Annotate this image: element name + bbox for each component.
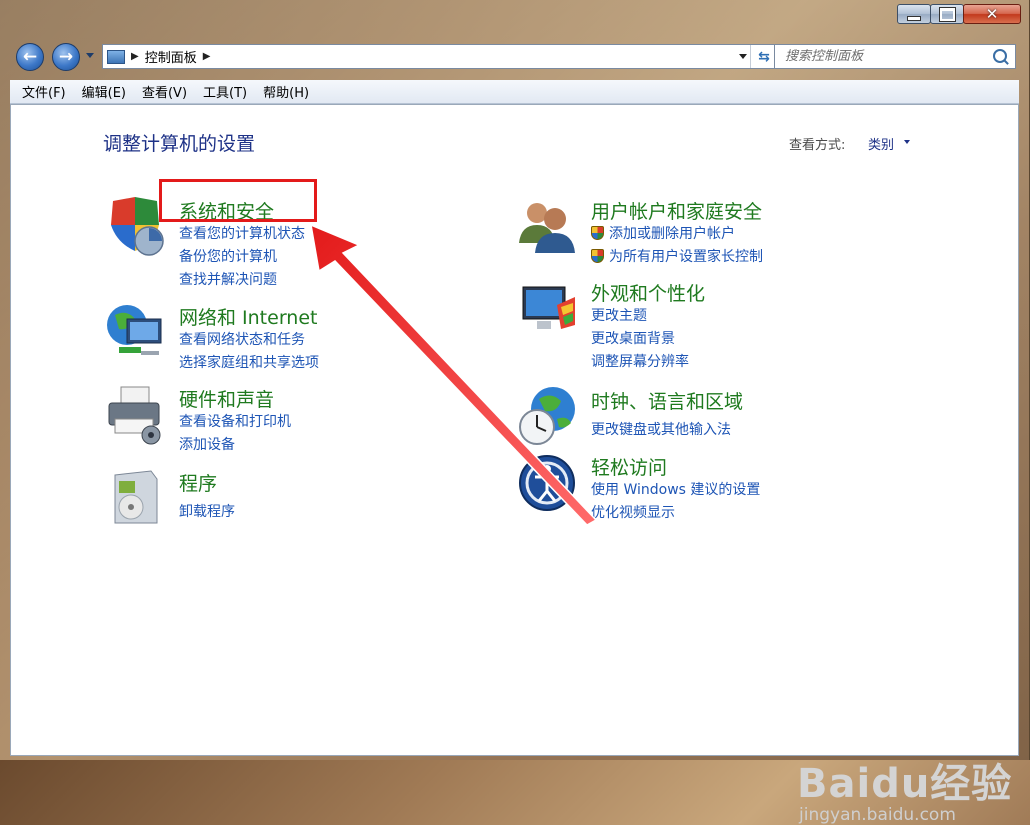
link-view-network-status[interactable]: 查看网络状态和任务 (179, 329, 305, 349)
monitor-icon[interactable] (517, 277, 579, 339)
view-by-label: 查看方式: (789, 138, 846, 153)
shield-icon[interactable] (105, 195, 167, 257)
menu-tools[interactable]: 工具(T) (195, 80, 255, 103)
link-find-fix-problems[interactable]: 查找并解决问题 (179, 269, 277, 289)
breadcrumb-control-panel[interactable]: 控制面板 (145, 47, 197, 66)
maximize-icon (938, 6, 956, 22)
link-homegroup-sharing[interactable]: 选择家庭组和共享选项 (179, 352, 319, 372)
back-arrow-icon: ← (22, 46, 38, 67)
network-icon[interactable] (105, 301, 167, 363)
menu-help[interactable]: 帮助(H) (255, 80, 317, 103)
address-bar[interactable]: ▶ 控制面板 ▶ ⇆ (102, 44, 778, 69)
category-title-ease-of-access[interactable]: 轻松访问 (591, 453, 667, 480)
control-panel-icon (107, 49, 125, 64)
search-icon[interactable] (993, 49, 1007, 63)
link-windows-recommended-settings[interactable]: 使用 Windows 建议的设置 (591, 479, 760, 499)
category-title-clock[interactable]: 时钟、语言和区域 (591, 387, 743, 414)
category-title-user-accounts[interactable]: 用户帐户和家庭安全 (591, 197, 762, 224)
link-add-remove-accounts[interactable]: 添加或删除用户帐户 (591, 223, 735, 243)
ease-of-access-icon[interactable] (517, 451, 579, 513)
link-change-keyboard[interactable]: 更改键盘或其他输入法 (591, 419, 731, 439)
link-change-theme[interactable]: 更改主题 (591, 305, 647, 325)
back-button[interactable]: ← (16, 43, 44, 71)
forward-button[interactable]: → (52, 43, 80, 71)
recent-pages-dropdown[interactable] (86, 53, 94, 58)
caption-buttons: ✕ (897, 4, 1021, 24)
menu-file[interactable]: 文件(F) (14, 80, 74, 103)
menu-view[interactable]: 查看(V) (134, 80, 195, 103)
link-parental-controls[interactable]: 为所有用户设置家长控制 (591, 246, 763, 266)
category-title-appearance[interactable]: 外观和个性化 (591, 279, 705, 306)
clock-globe-icon[interactable] (517, 385, 579, 447)
baidu-watermark: Baidu经验 jingyan.baidu.com (797, 751, 1012, 825)
refresh-icon: ⇆ (758, 48, 770, 65)
menu-bar: 文件(F) 编辑(E) 查看(V) 工具(T) 帮助(H) (10, 80, 1019, 104)
link-change-background[interactable]: 更改桌面背景 (591, 328, 675, 348)
search-box[interactable] (774, 44, 1016, 69)
uac-shield-icon (591, 249, 604, 263)
refresh-button[interactable]: ⇆ (750, 45, 777, 68)
printer-icon[interactable] (105, 383, 167, 445)
link-backup-computer[interactable]: 备份您的计算机 (179, 246, 277, 266)
breadcrumb-separator-icon[interactable]: ▶ (131, 51, 139, 62)
breadcrumb-separator-icon[interactable]: ▶ (203, 51, 211, 62)
link-optimize-display[interactable]: 优化视频显示 (591, 502, 675, 522)
users-icon[interactable] (517, 195, 579, 257)
address-history-dropdown[interactable] (739, 54, 747, 59)
chevron-down-icon[interactable] (904, 140, 910, 144)
minimize-icon (907, 15, 921, 21)
category-title-hardware[interactable]: 硬件和声音 (179, 385, 274, 412)
link-devices-printers[interactable]: 查看设备和打印机 (179, 411, 291, 431)
category-title-network[interactable]: 网络和 Internet (179, 303, 317, 330)
programs-icon[interactable] (105, 467, 167, 529)
close-icon: ✕ (985, 5, 999, 23)
view-by-dropdown[interactable]: 类别 (868, 134, 894, 153)
maximize-button[interactable] (930, 4, 964, 24)
control-panel-content: 调整计算机的设置 查看方式: 类别 系统和安全 查看您的计算机状态 备份您的计算… (10, 104, 1019, 825)
category-title-system-security[interactable]: 系统和安全 (179, 197, 274, 224)
uac-shield-icon (591, 226, 604, 240)
link-view-computer-status[interactable]: 查看您的计算机状态 (179, 223, 305, 243)
link-label: 添加或删除用户帐户 (609, 226, 735, 242)
link-label: 为所有用户设置家长控制 (609, 249, 763, 265)
menu-edit[interactable]: 编辑(E) (74, 80, 134, 103)
minimize-button[interactable] (897, 4, 931, 24)
link-add-device[interactable]: 添加设备 (179, 434, 235, 454)
navigation-bar: ← → ▶ 控制面板 ▶ ⇆ (14, 40, 1016, 74)
category-title-programs[interactable]: 程序 (179, 469, 217, 496)
forward-arrow-icon: → (58, 46, 74, 67)
close-button[interactable]: ✕ (963, 4, 1021, 24)
link-uninstall-program[interactable]: 卸载程序 (179, 501, 235, 521)
window-frame: ✕ ← → ▶ 控制面板 ▶ ⇆ 文件(F) 编辑(E) 查看(V) 工具(T)… (0, 0, 1030, 825)
link-screen-resolution[interactable]: 调整屏幕分辨率 (591, 351, 689, 371)
page-title: 调整计算机的设置 (103, 133, 256, 155)
search-input[interactable] (783, 48, 987, 65)
